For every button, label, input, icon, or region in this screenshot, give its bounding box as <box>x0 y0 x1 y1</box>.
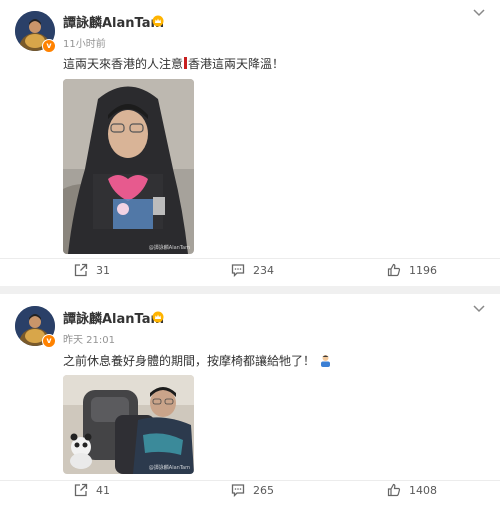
image-watermark: @譚詠麟AlanTam <box>148 245 190 251</box>
comment-icon <box>231 264 245 277</box>
repost-icon <box>74 483 88 497</box>
crown-icon <box>152 311 164 323</box>
repost-button[interactable]: 31 <box>74 260 110 280</box>
thumbs-up-icon <box>387 263 401 277</box>
like-button[interactable]: 1196 <box>387 260 437 280</box>
verified-badge-icon: v <box>42 39 56 53</box>
post-image[interactable]: @譚詠麟AlanTam <box>63 79 194 254</box>
like-button[interactable]: 1408 <box>387 480 437 500</box>
post-text-part1: 這兩天來香港的人注意 <box>63 57 184 71</box>
crown-icon <box>152 15 164 27</box>
post-time[interactable]: 昨天 21:01 <box>63 331 115 346</box>
repost-button[interactable]: 41 <box>74 480 110 500</box>
post-text-part2: 香港這兩天降溫！ <box>188 57 285 71</box>
post-text-body: 之前休息養好身體的期間，按摩椅都讓給牠了！ <box>63 354 316 368</box>
repost-count: 41 <box>96 483 110 497</box>
post-image[interactable]: @譚詠麟AlanTam <box>63 375 194 474</box>
post-text: 之前休息養好身體的期間，按摩椅都讓給牠了！ <box>63 352 332 369</box>
author-name[interactable]: 譚詠麟AlanTam <box>63 12 164 31</box>
like-count: 1408 <box>409 483 437 497</box>
weibo-post: v 譚詠麟AlanTam 11小时前 這兩天來香港的人注意 香港這兩天降溫！ @譚… <box>0 0 500 286</box>
chevron-down-icon[interactable] <box>473 305 485 313</box>
highlight-mark-icon <box>184 57 188 69</box>
author-name[interactable]: 譚詠麟AlanTam <box>63 308 164 327</box>
comment-icon <box>231 484 245 497</box>
divider <box>0 258 500 259</box>
verified-badge-icon: v <box>42 334 56 348</box>
repost-count: 31 <box>96 263 110 277</box>
comment-button[interactable]: 234 <box>231 260 274 280</box>
comment-count: 265 <box>253 483 274 497</box>
thumbs-up-icon <box>387 483 401 497</box>
chevron-down-icon[interactable] <box>473 9 485 17</box>
image-watermark: @譚詠麟AlanTam <box>148 465 190 471</box>
weibo-post: v 譚詠麟AlanTam 昨天 21:01 之前休息養好身體的期間，按摩椅都讓給… <box>0 294 500 507</box>
post-text: 這兩天來香港的人注意 香港這兩天降溫！ <box>63 55 284 72</box>
person-emoji-icon <box>321 355 331 367</box>
repost-icon <box>74 263 88 277</box>
comment-count: 234 <box>253 263 274 277</box>
like-count: 1196 <box>409 263 437 277</box>
comment-button[interactable]: 265 <box>231 480 274 500</box>
post-time[interactable]: 11小时前 <box>63 35 106 50</box>
